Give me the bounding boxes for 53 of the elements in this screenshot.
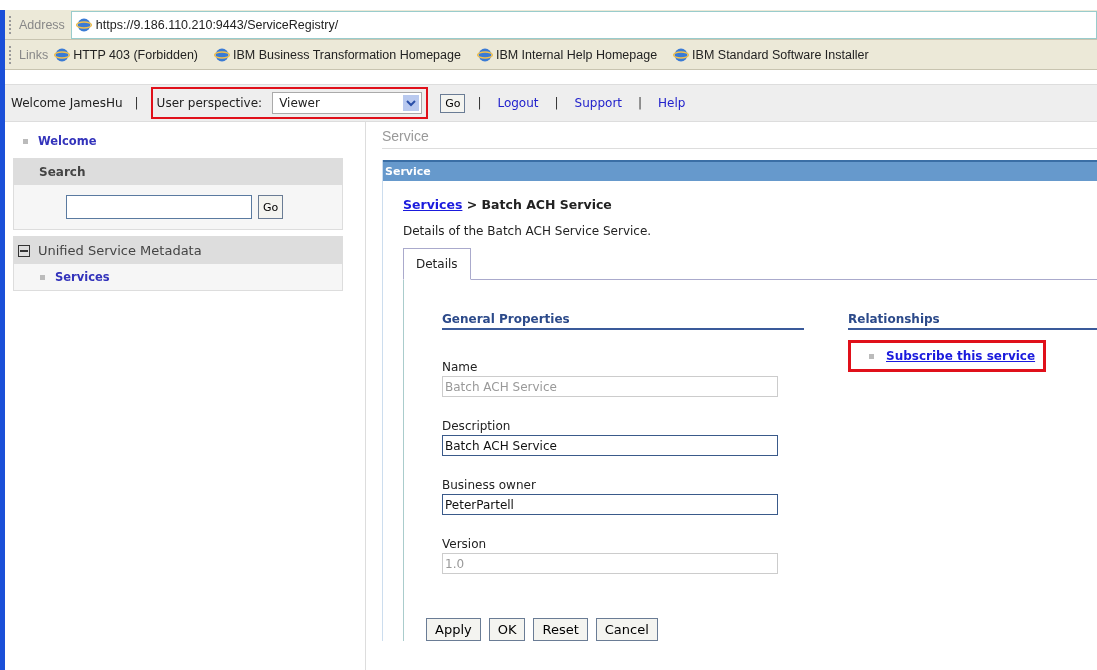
bullet-icon: [869, 353, 874, 359]
globe-icon: [476, 46, 493, 63]
go-button[interactable]: Go: [440, 93, 466, 113]
nav-link[interactable]: Logout: [497, 96, 539, 110]
welcome-link[interactable]: Welcome: [38, 134, 97, 148]
details-tab[interactable]: Details: [403, 248, 471, 280]
text-field[interactable]: PeterPartell: [442, 494, 778, 515]
field-label: Business owner: [442, 478, 537, 492]
separator-text: |: [638, 96, 643, 110]
action-button[interactable]: Cancel: [595, 618, 658, 641]
description-text: Details of the Batch ACH Service Service.: [403, 224, 653, 238]
welcome-text: Welcome JamesHu: [11, 96, 123, 110]
text-field[interactable]: Batch ACH Service: [442, 435, 778, 456]
links-label: Links: [19, 47, 49, 62]
group-header[interactable]: Unified Service Metadata: [14, 237, 342, 264]
action-button[interactable]: OK: [488, 618, 526, 641]
separator-text: |: [477, 96, 482, 110]
separator-text: |: [134, 96, 139, 110]
search-header: Search: [14, 159, 342, 185]
section-heading: Relationships: [848, 312, 1097, 330]
perspective-select[interactable]: Viewer: [272, 92, 423, 114]
bullet-icon: [40, 274, 45, 280]
page-title: Service: [382, 122, 1097, 149]
globe-icon: [214, 46, 230, 63]
address-field[interactable]: https://9.186.110.210:9443/ServiceRegistry/: [70, 10, 1097, 39]
perspective-label: User perspective:: [156, 96, 263, 110]
favorite-link[interactable]: IBM Business Transformation Homepage: [214, 46, 461, 63]
action-button[interactable]: Reset: [533, 618, 588, 641]
group-title: Unified Service Metadata: [38, 243, 202, 258]
globe-icon: [673, 46, 690, 63]
globe-icon: [54, 46, 71, 63]
favorite-link[interactable]: HTTP 403 (Forbidden): [54, 46, 198, 63]
subscribe-link[interactable]: Subscribe this service: [886, 349, 1036, 363]
address-label: Address: [19, 17, 65, 32]
section-heading: General Properties: [442, 312, 804, 330]
favorite-link[interactable]: IBM Internal Help Homepage: [476, 46, 658, 63]
nav-tree-link[interactable]: Services: [55, 270, 110, 284]
nav-link[interactable]: Support: [574, 96, 622, 110]
breadcrumb-current: > Batch ACH Service: [466, 197, 612, 212]
field-label: Name: [442, 360, 479, 374]
browser-page-icon: [75, 16, 92, 33]
separator-text: |: [554, 96, 559, 110]
field-label: Description: [442, 419, 512, 433]
search-field[interactable]: [66, 195, 252, 219]
breadcrumb-link[interactable]: Services: [403, 197, 463, 212]
search-go-button[interactable]: Go: [258, 195, 284, 219]
field-label: Version: [442, 537, 488, 551]
panel-header: Service: [383, 160, 1097, 181]
bullet-icon: [23, 138, 28, 144]
favorite-link[interactable]: IBM Standard Software Installer: [673, 46, 869, 63]
collapse-icon[interactable]: [18, 244, 30, 257]
action-button[interactable]: Apply: [426, 618, 481, 641]
nav-link[interactable]: Help: [658, 96, 686, 110]
